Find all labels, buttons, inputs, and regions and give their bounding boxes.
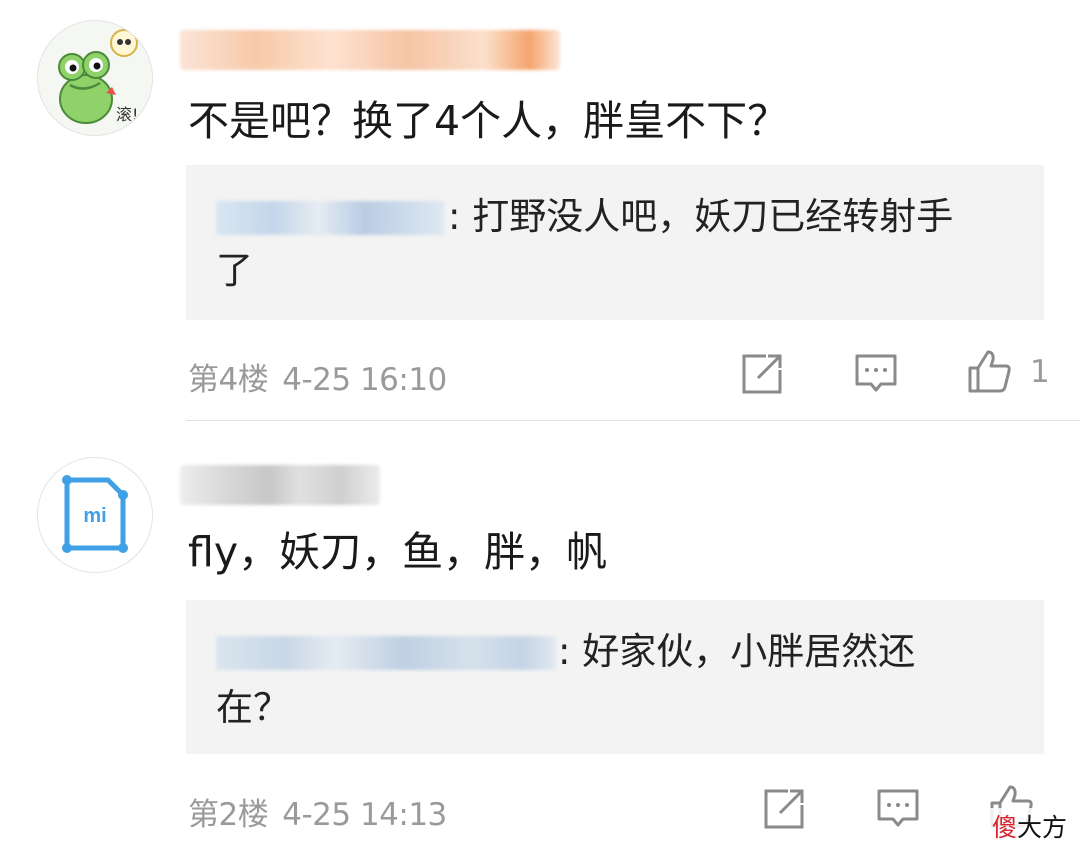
- share-button[interactable]: [740, 352, 784, 396]
- watermark-char: 傻: [992, 813, 1018, 842]
- avatar[interactable]: mi: [37, 457, 153, 573]
- reply-username-blurred[interactable]: [216, 201, 444, 235]
- comment-text: fly，妖刀，鱼，胖，帆: [188, 528, 608, 576]
- avatar-badge-text: 滚!: [116, 105, 139, 124]
- timestamp: 4-25 14:13: [282, 797, 447, 833]
- mi-logo-text: mi: [83, 505, 106, 527]
- comment-feed: 滚! 不是吧？换了4个人，胖皇不下？ : 打野没人吧，妖刀已经转射手 了 第4楼…: [0, 0, 1080, 862]
- reply-text-continued: 了: [216, 249, 253, 292]
- comment-text: 不是吧？换了4个人，胖皇不下？: [188, 97, 789, 145]
- reply-text: : 好家伙，小胖居然还: [558, 630, 916, 673]
- reply-text: : 打野没人吧，妖刀已经转射手: [448, 195, 954, 238]
- reply-box[interactable]: : 打野没人吧，妖刀已经转射手 了: [186, 165, 1044, 320]
- comment-meta: 第4楼 4-25 16:10: [188, 354, 447, 399]
- floor-number: 第2楼: [188, 797, 269, 833]
- share-icon: [764, 789, 804, 829]
- floor-number: 第4楼: [188, 362, 269, 398]
- mi-logo-icon: mi: [62, 475, 128, 553]
- username-blurred[interactable]: [180, 30, 560, 70]
- avatar[interactable]: 滚!: [37, 20, 153, 136]
- like-button[interactable]: [966, 348, 1012, 394]
- share-icon: [742, 354, 782, 394]
- reply-icon: [877, 789, 919, 827]
- watermark: 傻大方: [990, 808, 1070, 844]
- reply-box[interactable]: : 好家伙，小胖居然还 在？: [186, 600, 1044, 754]
- reply-text-continued: 在？: [216, 686, 290, 729]
- reply-icon: [855, 354, 897, 392]
- comment-item: 滚! 不是吧？换了4个人，胖皇不下？ : 打野没人吧，妖刀已经转射手 了 第4楼…: [0, 0, 1080, 420]
- reply-button[interactable]: [854, 352, 898, 396]
- thumbs-up-icon: [968, 350, 1011, 393]
- watermark-text: 大方: [1017, 813, 1068, 842]
- share-button[interactable]: [762, 787, 806, 831]
- reply-username-blurred[interactable]: [216, 636, 556, 670]
- reply-button[interactable]: [876, 787, 920, 831]
- timestamp: 4-25 16:10: [282, 362, 447, 398]
- comment-item: mi fly，妖刀，鱼，胖，帆 : 好家伙，小胖居然还 在？ 第2楼 4-25 1…: [0, 421, 1080, 862]
- like-count: 1: [1030, 354, 1050, 390]
- comment-meta: 第2楼 4-25 14:13: [188, 789, 447, 834]
- username-blurred[interactable]: [180, 465, 380, 505]
